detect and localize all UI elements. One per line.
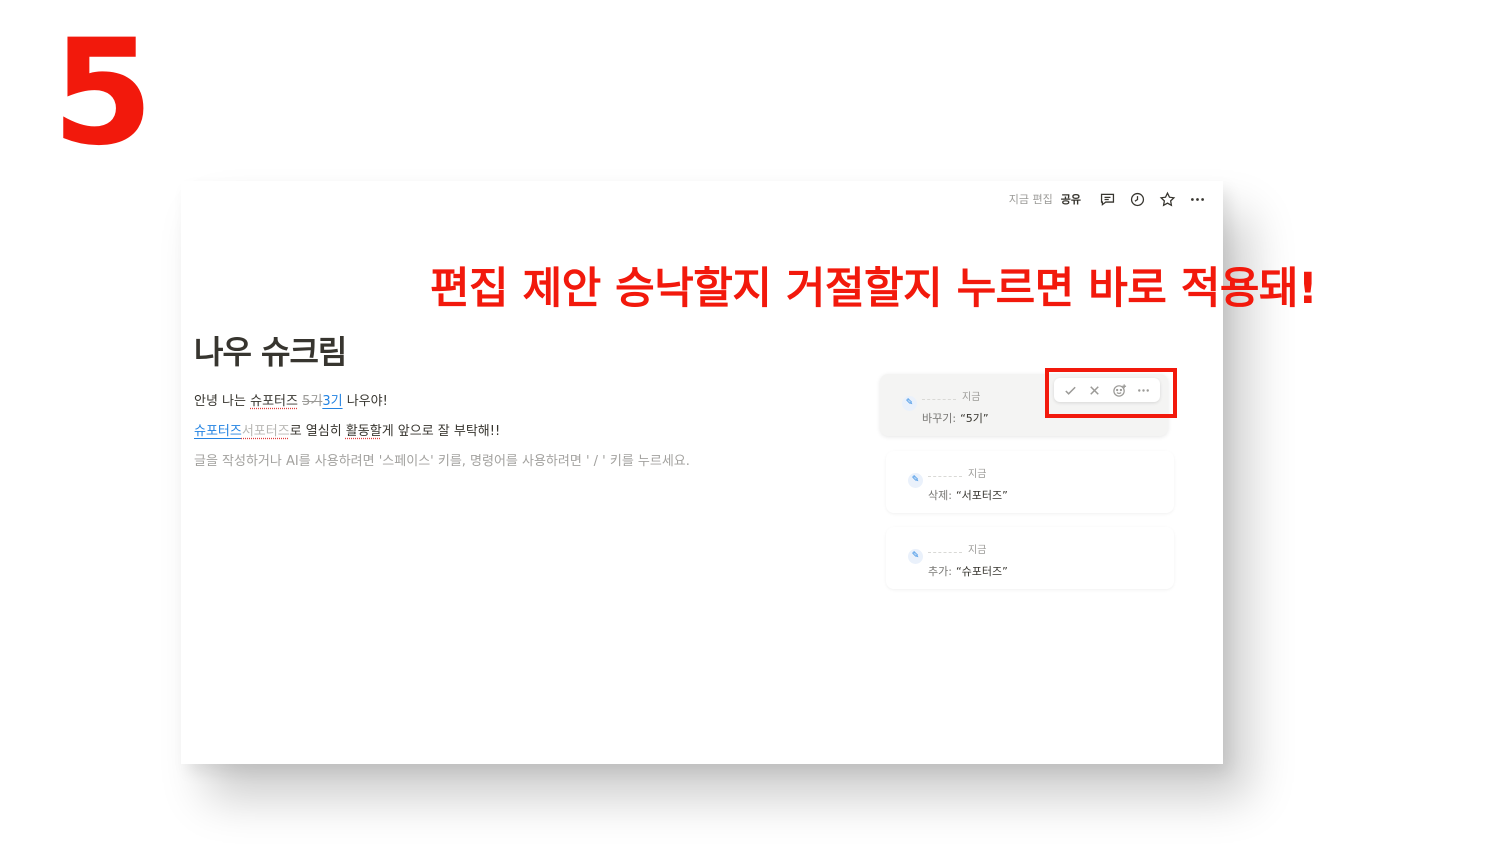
page-topbar: 지금 편집 공유 [1009, 187, 1209, 211]
suggestion-meta: 지금 [928, 541, 986, 556]
text-segment: 안녕 나는 [194, 394, 251, 409]
user-avatar-icon: ✎ [902, 396, 917, 411]
blurred-user-name [928, 470, 962, 477]
suggestion-action: 바꾸기: [922, 412, 957, 425]
suggestion-body: 삭제: “서포터즈” [928, 487, 1008, 503]
suggestion-action: 추가: [928, 565, 952, 578]
user-avatar-icon: ✎ [908, 549, 923, 564]
spellcheck-word: 활동할 [345, 424, 382, 439]
suggestion-card-delete[interactable]: ✎ 지금 삭제: “서포터즈” [886, 451, 1174, 513]
clock-icon[interactable] [1125, 187, 1149, 211]
suggestion-card-add[interactable]: ✎ 지금 추가: “슈포터즈” [886, 527, 1174, 589]
suggested-removal[interactable]: 5기 [302, 394, 322, 409]
suggestion-time: 지금 [968, 545, 987, 556]
blurred-user-name [922, 393, 956, 400]
suggestion-value: “서포터즈” [955, 489, 1008, 502]
user-avatar-icon: ✎ [908, 473, 923, 488]
suggestion-body: 추가: “슈포터즈” [928, 563, 1008, 579]
paragraph-line-1[interactable]: 안녕 나는 슈포터즈 5기3기 나우야! [194, 390, 388, 409]
suggestion-meta: 지금 [922, 388, 980, 403]
empty-block-placeholder[interactable]: 글을 작성하거나 AI를 사용하려면 '스페이스' 키를, 명령어를 사용하려면… [194, 450, 690, 469]
suggestion-meta: 지금 [928, 465, 986, 480]
more-icon[interactable] [1185, 187, 1209, 211]
share-button[interactable]: 공유 [1061, 191, 1081, 207]
text-segment: 로 열심히 [289, 424, 346, 439]
highlight-annotation-box [1045, 368, 1177, 418]
comment-icon[interactable] [1095, 187, 1119, 211]
text-segment: 게 앞으로 잘 부탁해!! [381, 424, 501, 439]
spellcheck-word: 슈포터즈 [250, 394, 298, 409]
suggestion-body: 바꾸기: “5기” [922, 410, 989, 426]
blurred-user-name [928, 546, 962, 553]
suggested-insertion[interactable]: 슈포터즈 [194, 424, 242, 439]
text-segment: 나우야! [342, 394, 388, 409]
edited-status: 지금 편집 [1008, 193, 1053, 206]
overlay-headline: 편집 제안 승낙할지 거절할지 누르면 바로 적용돼! [430, 264, 1318, 314]
suggested-removal[interactable]: 서포터즈 [242, 424, 290, 439]
suggestion-value: “슈포터즈” [955, 565, 1008, 578]
paragraph-line-2[interactable]: 슈포터즈서포터즈로 열심히 활동할게 앞으로 잘 부탁해!! [194, 420, 500, 439]
suggestion-time: 지금 [968, 469, 987, 480]
star-icon[interactable] [1155, 187, 1179, 211]
suggestion-time: 지금 [962, 392, 981, 403]
suggestion-value: “5기” [960, 412, 989, 425]
page-title[interactable]: 나우 슈크림 [194, 327, 347, 373]
suggestion-action: 삭제: [928, 489, 952, 502]
step-number: 5 [52, 8, 154, 178]
suggested-insertion[interactable]: 3기 [322, 394, 342, 409]
